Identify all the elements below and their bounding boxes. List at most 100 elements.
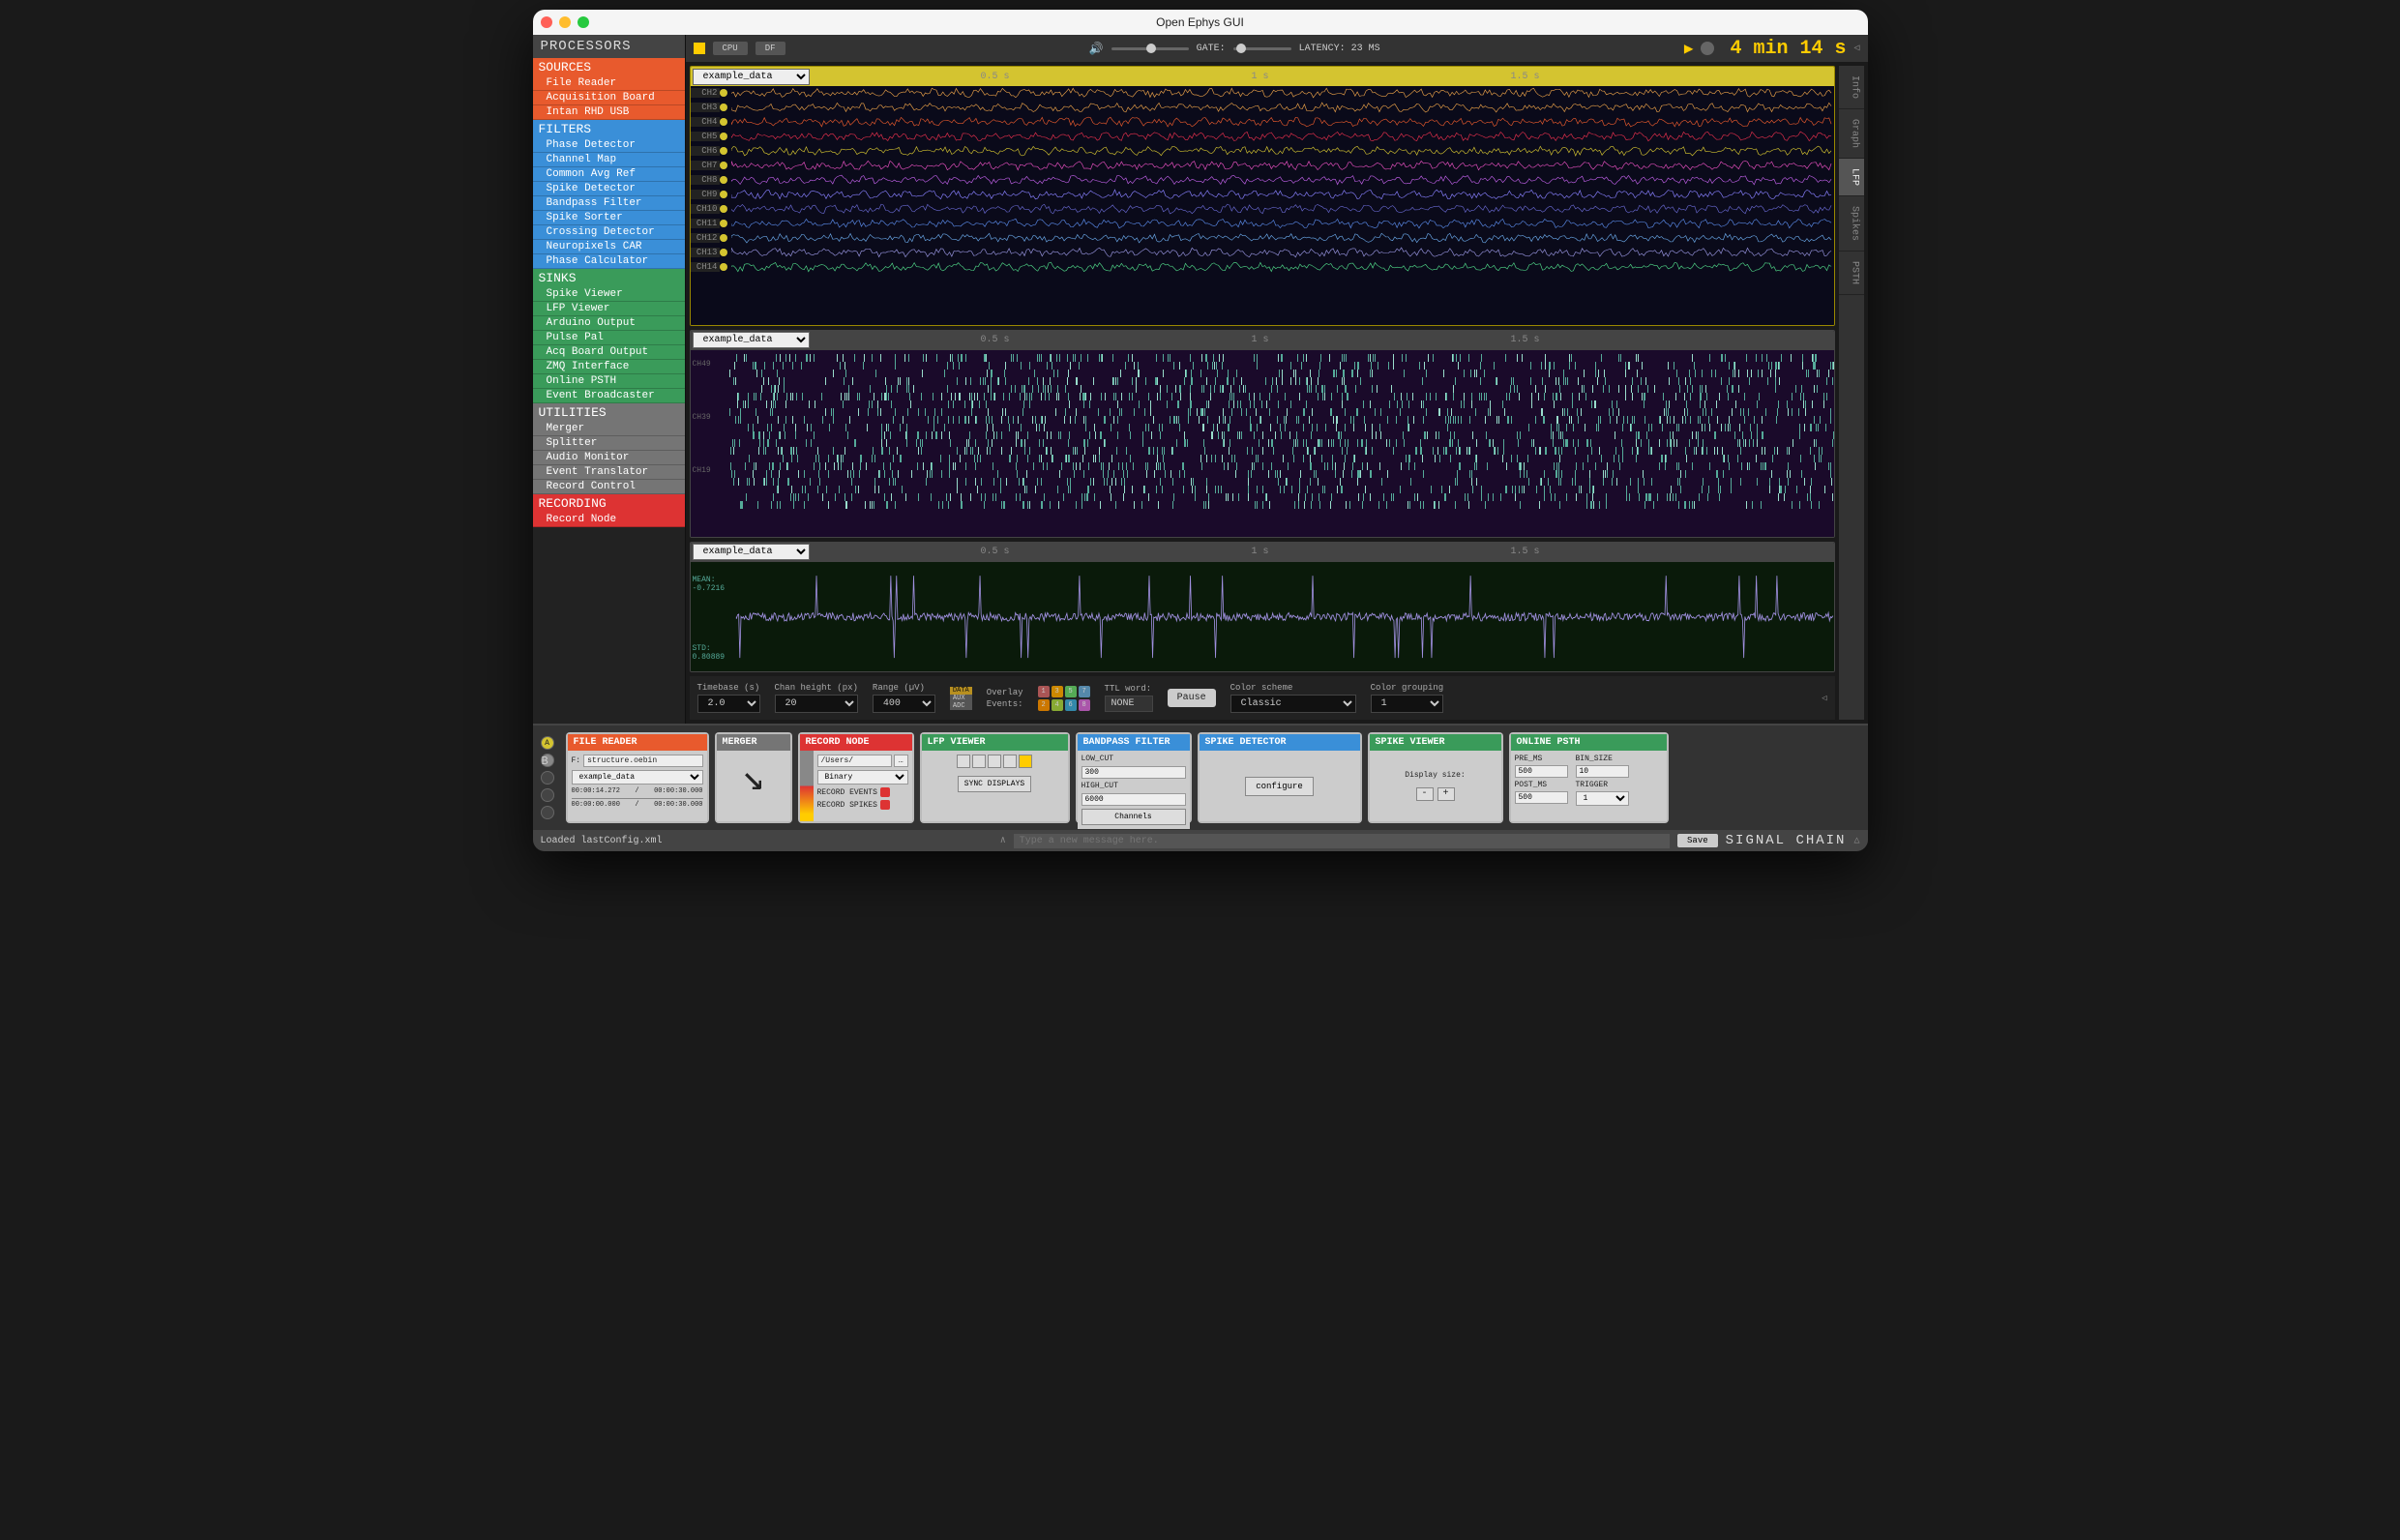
post-ms-input[interactable] (1515, 791, 1568, 804)
sidebar-item[interactable]: Merger (533, 422, 685, 436)
tab-lfp[interactable]: LFP (1839, 159, 1864, 196)
sidebar-item[interactable]: Audio Monitor (533, 451, 685, 465)
chain-slot-empty[interactable] (541, 788, 554, 802)
sidebar-item[interactable]: Spike Sorter (533, 211, 685, 225)
file-reader-path[interactable]: structure.oebin (583, 755, 702, 767)
close-window-button[interactable] (541, 16, 552, 28)
bandpass-filter-node[interactable]: BANDPASS FILTER LOW_CUT HIGH_CUT Channel… (1076, 732, 1192, 823)
merger-node[interactable]: MERGER ↘ (715, 732, 792, 823)
sidebar-item[interactable]: Arduino Output (533, 316, 685, 331)
sidebar-item[interactable]: Common Avg Ref (533, 167, 685, 182)
trigger-select[interactable]: 1 (1576, 791, 1629, 806)
save-button[interactable]: Save (1677, 834, 1718, 847)
highcut-input[interactable] (1081, 793, 1186, 806)
aux-badge[interactable]: AUX (950, 695, 972, 702)
lfp-layout-4[interactable] (1003, 755, 1017, 768)
sidebar-item[interactable]: Channel Map (533, 153, 685, 167)
online-psth-node[interactable]: ONLINE PSTH PRE_MS BIN_SIZE POST_MS TRIG… (1509, 732, 1669, 823)
sidebar-item[interactable]: Event Broadcaster (533, 389, 685, 403)
overlay-btn-3[interactable]: 3 (1052, 686, 1063, 697)
sidebar-item[interactable]: Phase Calculator (533, 254, 685, 269)
lfp-viewer-node[interactable]: LFP VIEWER SYNC DISPLAYS (920, 732, 1070, 823)
record-button[interactable] (1701, 42, 1714, 55)
overlay-btn-1[interactable]: 1 (1038, 686, 1050, 697)
record-path-browse[interactable]: … (894, 755, 907, 767)
sidebar-item[interactable]: Record Node (533, 513, 685, 527)
sidebar-item[interactable]: Crossing Detector (533, 225, 685, 240)
sidebar-item[interactable]: File Reader (533, 76, 685, 91)
sidebar-item[interactable]: Online PSTH (533, 374, 685, 389)
channels-button[interactable]: Channels (1081, 809, 1186, 825)
chanheight-select[interactable]: 20 (775, 695, 858, 713)
spike-raster-display[interactable]: CH49CH39CH19 (691, 350, 1834, 537)
adc-badge[interactable]: ADC (950, 702, 972, 710)
file-reader-node[interactable]: FILE READER F: structure.oebin example_d… (566, 732, 709, 823)
overlay-btn-4[interactable]: 4 (1052, 699, 1063, 711)
gate-slider[interactable] (1233, 47, 1291, 50)
chevron-up-icon[interactable]: ∧ (1000, 835, 1006, 846)
sidebar-item[interactable]: Phase Detector (533, 138, 685, 153)
sidebar-item[interactable]: Spike Viewer (533, 287, 685, 302)
tab-psth[interactable]: PSTH (1839, 252, 1864, 295)
overlay-btn-5[interactable]: 5 (1065, 686, 1077, 697)
lowcut-input[interactable] (1081, 766, 1186, 779)
tab-graph[interactable]: Graph (1839, 109, 1864, 159)
sync-displays-button[interactable]: SYNC DISPLAYS (958, 776, 1031, 792)
record-path[interactable]: /Users/ (817, 755, 893, 767)
display-size-minus[interactable]: - (1416, 787, 1434, 801)
sidebar-item[interactable]: Spike Detector (533, 182, 685, 196)
overlay-btn-8[interactable]: 8 (1079, 699, 1090, 711)
record-node[interactable]: RECORD NODE /Users/… Binary RECORD EVENT… (798, 732, 914, 823)
raster-stream-select[interactable]: example_data (693, 332, 810, 348)
signal-chain-toggle-icon[interactable]: △ (1853, 835, 1859, 846)
lfp-layout-5[interactable] (1019, 755, 1032, 768)
chain-slot-a[interactable]: A (541, 736, 554, 750)
sidebar-item[interactable]: Bandpass Filter (533, 196, 685, 211)
overlay-btn-6[interactable]: 6 (1065, 699, 1077, 711)
record-events-toggle[interactable] (880, 787, 890, 797)
colorscheme-select[interactable]: Classic (1230, 695, 1356, 713)
configure-button[interactable]: configure (1245, 777, 1314, 796)
sidebar-item[interactable]: Splitter (533, 436, 685, 451)
sidebar-item[interactable]: Acq Board Output (533, 345, 685, 360)
zoom-window-button[interactable] (578, 16, 589, 28)
lfp-layout-2[interactable] (972, 755, 986, 768)
sidebar-item[interactable]: Record Control (533, 480, 685, 494)
controls-collapse-icon[interactable]: ◁ (1822, 694, 1826, 703)
sidebar-item[interactable]: Acquisition Board (533, 91, 685, 105)
record-spikes-toggle[interactable] (880, 800, 890, 810)
data-badge[interactable]: DATA (950, 687, 972, 695)
sidebar-item[interactable]: Neuropixels CAR (533, 240, 685, 254)
spike-viewer-node[interactable]: SPIKE VIEWER Display size: - + (1368, 732, 1503, 823)
tab-info[interactable]: Info (1839, 66, 1864, 109)
lfp-layout-1[interactable] (957, 755, 970, 768)
chain-slot-b[interactable]: B (541, 754, 554, 767)
lfp-layout-3[interactable] (988, 755, 1001, 768)
colorgroup-select[interactable]: 1 (1371, 695, 1444, 713)
sidebar-item[interactable]: ZMQ Interface (533, 360, 685, 374)
lfp-stream-select[interactable]: example_data (693, 69, 810, 85)
tab-spikes[interactable]: Spikes (1839, 196, 1864, 252)
sidebar-item[interactable]: Pulse Pal (533, 331, 685, 345)
overlay-btn-2[interactable]: 2 (1038, 699, 1050, 711)
record-format-select[interactable]: Binary (817, 770, 908, 785)
bin-size-input[interactable] (1576, 765, 1629, 778)
play-button[interactable]: ▶ (1684, 39, 1694, 58)
pre-ms-input[interactable] (1515, 765, 1568, 778)
timer-reset-icon[interactable]: ◁ (1853, 43, 1859, 54)
volume-slider[interactable] (1111, 47, 1189, 50)
lfp-waveform-display[interactable]: CH2CH3CH4CH5CH6CH7CH8CH9CH10CH11CH12CH13… (691, 86, 1834, 325)
pause-button[interactable]: Pause (1168, 689, 1216, 707)
sidebar-item[interactable]: Event Translator (533, 465, 685, 480)
stats-stream-select[interactable]: example_data (693, 544, 810, 560)
sidebar-item[interactable]: LFP Viewer (533, 302, 685, 316)
display-size-plus[interactable]: + (1437, 787, 1455, 801)
minimize-window-button[interactable] (559, 16, 571, 28)
chain-slot-empty[interactable] (541, 771, 554, 785)
timebase-select[interactable]: 2.0 (697, 695, 760, 713)
sidebar-item[interactable]: Intan RHD USB (533, 105, 685, 120)
file-reader-stream-select[interactable]: example_data (572, 770, 703, 785)
message-input[interactable] (1014, 834, 1670, 848)
chain-slot-empty[interactable] (541, 806, 554, 819)
stats-waveform-display[interactable]: MEAN: -0.7216 STD: 0.80889 (691, 562, 1834, 671)
